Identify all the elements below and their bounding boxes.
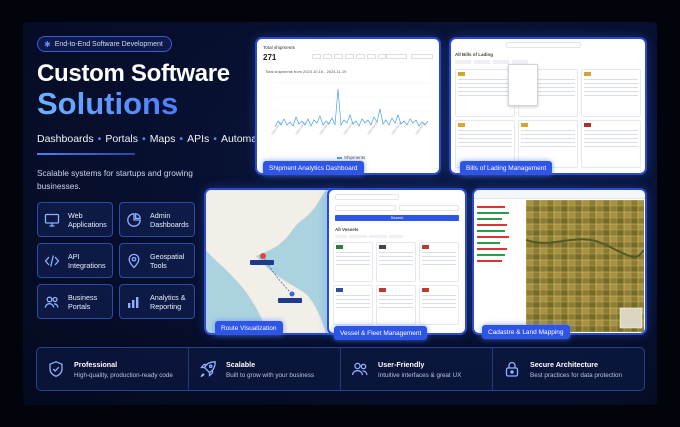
caption-cadastre-mapping: Cadastre & Land Mapping	[482, 325, 570, 339]
shipment-analytics-screenshot: Total shipments 271 Total shipments from…	[257, 39, 439, 173]
search-button[interactable]: Search	[335, 215, 459, 221]
features-bar: Professional High-quality, production-rea…	[36, 347, 645, 391]
bills-of-lading-screenshot: All Bills of Lading	[451, 39, 645, 173]
caption-route-visualization: Route Visualization	[215, 321, 283, 335]
feature-title: Secure Architecture	[530, 359, 599, 369]
headline-line-2: Solutions	[37, 86, 179, 121]
map-pin-icon	[128, 253, 140, 268]
service-label: Geospatial	[150, 251, 185, 261]
svg-text:2024-10-31: 2024-10-31	[343, 120, 355, 135]
feature-desc: Best practices for data protection	[530, 371, 623, 379]
service-geospatial-tools: Geospatial Tools	[119, 243, 195, 278]
vessel-card[interactable]	[419, 242, 459, 282]
vessel-management-screenshot: Search All Vessels	[329, 190, 465, 333]
service-label: Admin	[150, 210, 171, 220]
feature-secure-architecture: Secure Architecture Best practices for da…	[493, 348, 644, 390]
service-label: Dashboards	[150, 219, 189, 229]
world-map	[206, 190, 341, 333]
satellite-parcel-map	[526, 200, 644, 332]
monitor-icon	[44, 213, 60, 227]
shipment-count: 271	[263, 53, 277, 62]
vessel-card[interactable]	[333, 285, 373, 325]
rocket-icon	[200, 361, 216, 378]
feature-desc: Intuitive interfaces & great UX	[378, 371, 462, 379]
services-grid: Web Applications Admin Dashboards API Integ…	[37, 202, 195, 319]
tag-item: APIs	[187, 133, 210, 145]
vessel-card[interactable]	[333, 242, 373, 282]
hero-banner: ✱ End-to-End Software Development Custom…	[23, 22, 657, 405]
separator-dot: •	[213, 133, 217, 145]
caption-shipment-analytics: Shipment Analytics Dashboard	[263, 161, 364, 175]
route-map-screenshot	[206, 190, 341, 333]
pie-chart-icon	[127, 212, 141, 227]
shipment-heading: Total shipments	[263, 45, 295, 50]
feature-title: User-Friendly	[378, 359, 425, 369]
vessel-card[interactable]	[376, 285, 416, 325]
service-label: Business	[68, 292, 98, 302]
sparkle-icon: ✱	[44, 39, 51, 49]
lock-icon	[505, 361, 519, 377]
bill-card[interactable]	[455, 69, 515, 117]
service-label: Portals	[68, 301, 91, 311]
badge-label: End-to-End Software Development	[54, 40, 163, 48]
svg-text:2024-11-05: 2024-11-05	[367, 121, 379, 136]
feature-scalable: Scalable Built to grow with your business	[189, 348, 341, 390]
bill-card[interactable]	[581, 120, 641, 168]
shipment-line-chart: 2024-10-16 2024-10-21 2024-10-26 2024-10…	[271, 82, 431, 136]
bills-heading: All Bills of Lading	[455, 52, 493, 57]
service-admin-dashboards: Admin Dashboards	[119, 202, 195, 237]
feature-title: Scalable	[226, 359, 256, 369]
service-web-applications: Web Applications	[37, 202, 113, 237]
vessels-heading: All Vessels	[335, 227, 359, 232]
top-badge: ✱ End-to-End Software Development	[37, 36, 172, 52]
bill-card[interactable]	[581, 69, 641, 117]
svg-text:2024-11-10: 2024-11-10	[391, 121, 403, 136]
chart-legend: Shipments	[337, 155, 365, 160]
vessel-card[interactable]	[376, 242, 416, 282]
tag-item: Dashboards	[37, 133, 94, 145]
feature-user-friendly: User-Friendly Intuitive interfaces & grea…	[341, 348, 493, 390]
parcel-list	[477, 202, 523, 330]
feature-desc: High-quality, production-ready code	[74, 371, 173, 379]
service-label: Reporting	[150, 301, 182, 311]
users-icon	[44, 296, 59, 308]
tag-list: Dashboards • Portals • Maps • APIs • Automat…	[37, 133, 274, 145]
legend-label: Shipments	[344, 155, 366, 160]
service-label: Integrations	[68, 260, 106, 270]
tag-item: Maps	[149, 133, 176, 145]
service-label: Analytics &	[150, 292, 186, 302]
service-analytics-reporting: Analytics & Reporting	[119, 284, 195, 319]
service-api-integrations: API Integrations	[37, 243, 113, 278]
svg-text:2024-10-16: 2024-10-16	[271, 120, 283, 135]
vessel-card-grid	[333, 242, 459, 325]
accent-divider	[37, 153, 135, 155]
service-label: Tools	[150, 260, 167, 270]
caption-vessel-management: Vessel & Fleet Management	[334, 326, 428, 340]
service-label: Applications	[68, 219, 107, 229]
feature-desc: Built to grow with your business	[226, 371, 315, 379]
tag-item: Portals	[105, 133, 138, 145]
vessel-card[interactable]	[419, 285, 459, 325]
service-label: API	[68, 251, 80, 261]
feature-title: Professional	[74, 359, 118, 369]
shield-check-icon	[49, 361, 63, 377]
feature-professional: Professional High-quality, production-rea…	[37, 348, 189, 390]
chart-title: Total shipments from 2024.10.16 - 2024.1…	[265, 69, 347, 74]
caption-bills-of-lading: Bills of Lading Management	[460, 161, 553, 175]
service-business-portals: Business Portals	[37, 284, 113, 319]
separator-dot: •	[142, 133, 146, 145]
service-label: Web	[68, 210, 83, 220]
users-icon	[351, 362, 368, 376]
code-icon	[44, 254, 60, 267]
cadastre-map-screenshot	[474, 190, 645, 333]
separator-dot: •	[97, 133, 102, 145]
dropdown-menu[interactable]	[508, 64, 538, 106]
subtitle: Scalable systems for startups and growin…	[37, 168, 193, 191]
separator-dot: •	[179, 133, 184, 145]
bills-card-grid	[455, 69, 641, 168]
svg-text:2024-11-15: 2024-11-15	[415, 121, 427, 136]
bar-chart-icon	[128, 296, 139, 308]
headline-line-1: Custom Software	[37, 60, 230, 87]
range-buttons	[312, 54, 387, 59]
